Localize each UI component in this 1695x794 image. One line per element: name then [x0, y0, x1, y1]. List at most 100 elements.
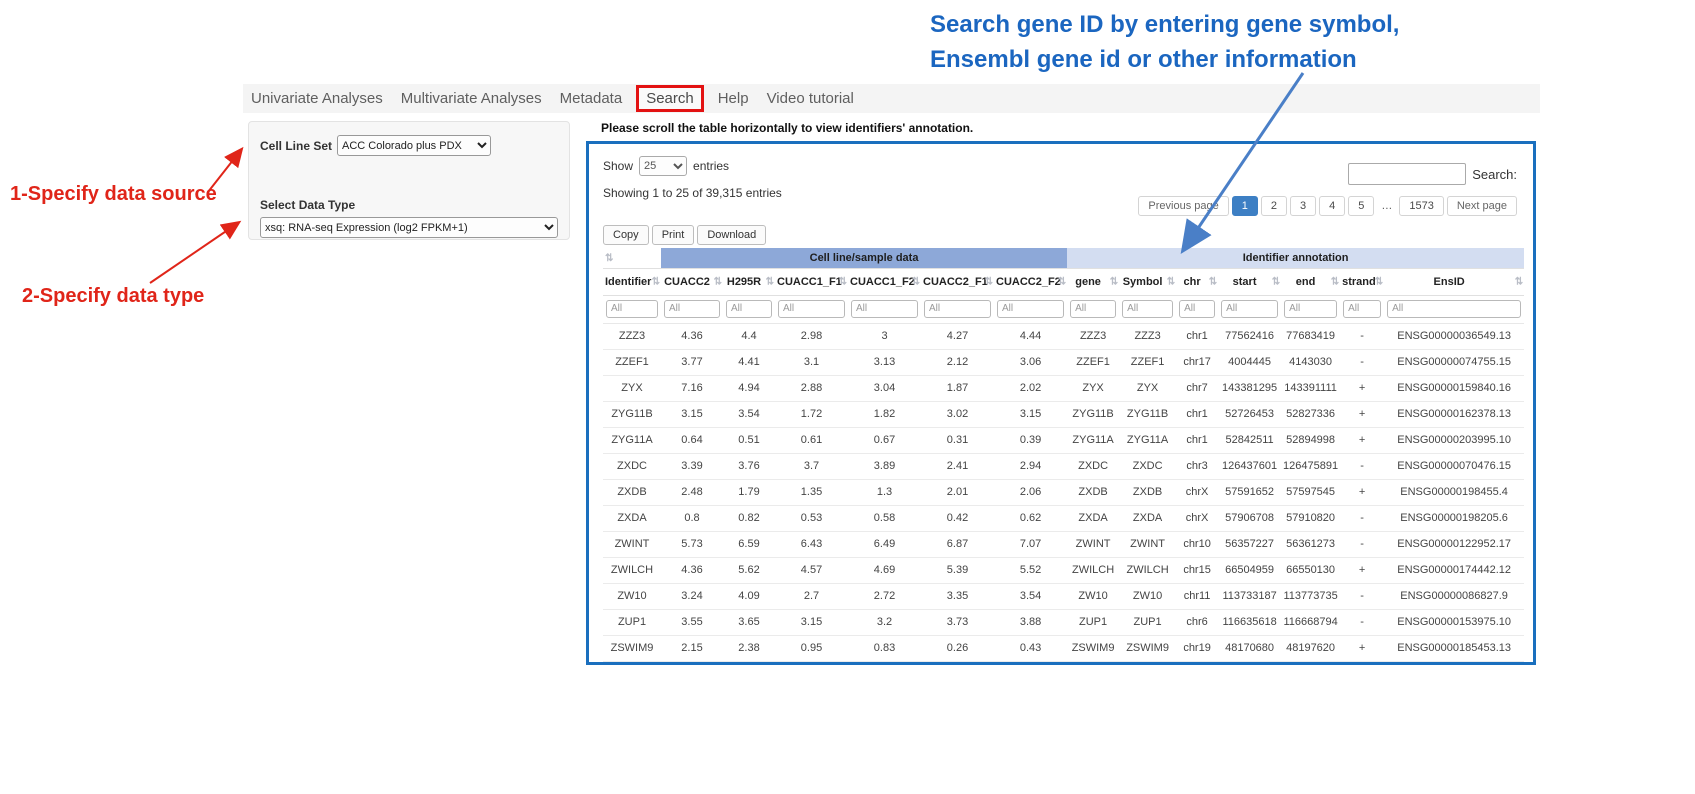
column-label: Symbol — [1123, 276, 1163, 288]
sort-icon[interactable]: ⇅ — [652, 276, 660, 287]
table-cell: 0.62 — [994, 505, 1067, 531]
filter-input-ensid[interactable] — [1387, 300, 1521, 318]
filter-input-strand[interactable] — [1343, 300, 1381, 318]
column-header-end[interactable]: end⇅ — [1281, 268, 1340, 295]
column-header-cuacc2-f2[interactable]: CUACC2_F2⇅ — [994, 268, 1067, 295]
column-header-symbol[interactable]: Symbol ⇅ — [1119, 268, 1176, 295]
download-button[interactable]: Download — [697, 225, 766, 245]
table-cell: ZZZ3 — [603, 323, 661, 349]
sort-icon[interactable]: ⇅ — [1058, 276, 1066, 287]
table-row[interactable]: ZWINT5.736.596.436.496.877.07ZWINTZWINTc… — [603, 531, 1524, 557]
table-row[interactable]: ZSWIM92.152.380.950.830.260.43ZSWIM9ZSWI… — [603, 635, 1524, 661]
filter-input-gene[interactable] — [1070, 300, 1116, 318]
column-label: EnsID — [1434, 276, 1465, 288]
nav-item-metadata[interactable]: Metadata — [560, 90, 623, 107]
table-cell: 3.35 — [921, 583, 994, 609]
page-button-1[interactable]: 1 — [1232, 196, 1258, 216]
filter-input-start[interactable] — [1221, 300, 1278, 318]
print-button[interactable]: Print — [652, 225, 695, 245]
cell-line-set-select[interactable]: ACC Colorado plus PDX — [337, 135, 491, 156]
table-cell: 2.88 — [775, 375, 848, 401]
filter-input-cuacc2-f1[interactable] — [924, 300, 991, 318]
table-cell: 4.27 — [921, 323, 994, 349]
step1-annotation: 1-Specify data source — [10, 183, 217, 206]
sort-icon[interactable]: ⇅ — [1375, 276, 1383, 287]
next-page-button[interactable]: Next page — [1447, 196, 1517, 216]
sort-icon[interactable]: ⇅ — [1209, 276, 1217, 287]
column-header-strand[interactable]: strand⇅ — [1340, 268, 1384, 295]
table-cell: 4.57 — [775, 557, 848, 583]
sort-icon[interactable]: ⇅ — [1331, 276, 1339, 287]
column-header-cuacc1-f1[interactable]: CUACC1_F1⇅ — [775, 268, 848, 295]
table-cell: ZSWIM9 — [1067, 635, 1119, 661]
page-button-5[interactable]: 5 — [1348, 196, 1374, 216]
page-button-2[interactable]: 2 — [1261, 196, 1287, 216]
sort-icon[interactable]: ⇅ — [912, 276, 920, 287]
page-button-1573[interactable]: 1573 — [1399, 196, 1443, 216]
filter-input-cuacc2[interactable] — [664, 300, 720, 318]
sort-icon[interactable]: ⇅ — [605, 253, 613, 264]
table-cell: chr19 — [1176, 635, 1218, 661]
sort-icon[interactable]: ⇅ — [1272, 276, 1280, 287]
page-length-select[interactable]: 25 — [639, 156, 687, 176]
data-type-select[interactable]: xsq: RNA-seq Expression (log2 FPKM+1) — [260, 217, 558, 238]
table-row[interactable]: ZYX7.164.942.883.041.872.02ZYXZYXchr7143… — [603, 375, 1524, 401]
page-button-4[interactable]: 4 — [1319, 196, 1345, 216]
column-header-cuacc1-f2[interactable]: CUACC1_F2⇅ — [848, 268, 921, 295]
nav-item-univariate-analyses[interactable]: Univariate Analyses — [251, 90, 383, 107]
page-button-3[interactable]: 3 — [1290, 196, 1316, 216]
sort-icon[interactable]: ⇅ — [985, 276, 993, 287]
sort-icon[interactable]: ⇅ — [714, 276, 722, 287]
table-cell: chr1 — [1176, 427, 1218, 453]
column-header-start[interactable]: start⇅ — [1218, 268, 1281, 295]
table-cell: ZYG11A — [1119, 427, 1176, 453]
table-row[interactable]: ZYG11B3.153.541.721.823.023.15ZYG11BZYG1… — [603, 401, 1524, 427]
search-input[interactable] — [1348, 163, 1466, 185]
filter-input-chr[interactable] — [1179, 300, 1215, 318]
table-row[interactable]: ZW103.244.092.72.723.353.54ZW10ZW10chr11… — [603, 583, 1524, 609]
previous-page-button[interactable]: Previous page — [1138, 196, 1228, 216]
column-header-chr[interactable]: chr⇅ — [1176, 268, 1218, 295]
table-cell: 0.39 — [994, 427, 1067, 453]
nav-item-multivariate-analyses[interactable]: Multivariate Analyses — [401, 90, 542, 107]
column-header-gene[interactable]: gene⇅ — [1067, 268, 1119, 295]
column-header-identifier[interactable]: Identifier⇅ — [603, 268, 661, 295]
nav-item-search[interactable]: Search — [636, 85, 704, 112]
column-header-ensid[interactable]: EnsID ⇅ — [1384, 268, 1524, 295]
table-row[interactable]: ZUP13.553.653.153.23.733.88ZUP1ZUP1chr61… — [603, 609, 1524, 635]
table-row[interactable]: ZZZ34.364.42.9834.274.44ZZZ3ZZZ3chr17756… — [603, 323, 1524, 349]
filter-input-end[interactable] — [1284, 300, 1337, 318]
table-row[interactable]: ZWILCH4.365.624.574.695.395.52ZWILCHZWIL… — [603, 557, 1524, 583]
filter-cell — [1176, 295, 1218, 323]
filter-input-cuacc1-f1[interactable] — [778, 300, 845, 318]
table-row[interactable]: ZXDA0.80.820.530.580.420.62ZXDAZXDAchrX5… — [603, 505, 1524, 531]
filter-input-identifier[interactable] — [606, 300, 658, 318]
filter-input-symbol[interactable] — [1122, 300, 1173, 318]
table-cell: 52827336 — [1281, 401, 1340, 427]
filter-cell — [994, 295, 1067, 323]
copy-button[interactable]: Copy — [603, 225, 649, 245]
column-header-cuacc2[interactable]: CUACC2⇅ — [661, 268, 723, 295]
table-row[interactable]: ZXDB2.481.791.351.32.012.06ZXDBZXDBchrX5… — [603, 479, 1524, 505]
filter-input-cuacc1-f2[interactable] — [851, 300, 918, 318]
column-header-cuacc2-f1[interactable]: CUACC2_F1⇅ — [921, 268, 994, 295]
data-type-label: Select Data Type — [260, 198, 558, 212]
table-cell: 2.7 — [775, 583, 848, 609]
nav-item-video-tutorial[interactable]: Video tutorial — [767, 90, 854, 107]
table-row[interactable]: ZYG11A0.640.510.610.670.310.39ZYG11AZYG1… — [603, 427, 1524, 453]
filter-input-cuacc2-f2[interactable] — [997, 300, 1064, 318]
table-row[interactable]: ZXDC3.393.763.73.892.412.94ZXDCZXDCchr31… — [603, 453, 1524, 479]
column-header-h295r[interactable]: H295R⇅ — [723, 268, 775, 295]
table-cell: 0.42 — [921, 505, 994, 531]
filter-input-h295r[interactable] — [726, 300, 772, 318]
column-label: CUACC1_F1 — [777, 276, 842, 288]
nav-item-help[interactable]: Help — [718, 90, 749, 107]
sort-icon[interactable]: ⇅ — [766, 276, 774, 287]
sort-icon[interactable]: ⇅ — [1167, 276, 1175, 287]
table-row[interactable]: ZZEF13.774.413.13.132.123.06ZZEF1ZZEF1ch… — [603, 349, 1524, 375]
page: Search gene ID by entering gene symbol, … — [0, 0, 1695, 794]
sort-icon[interactable]: ⇅ — [839, 276, 847, 287]
sort-icon[interactable]: ⇅ — [1110, 276, 1118, 287]
sort-icon[interactable]: ⇅ — [1515, 276, 1523, 287]
table-cell: + — [1340, 401, 1384, 427]
